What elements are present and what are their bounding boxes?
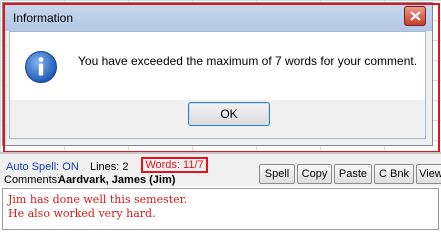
comment-line: Jim has done well this semester. [8,193,188,206]
comment-bank-button[interactable]: C Bnk [374,164,414,184]
dialog-body: You have exceeded the maximum of 7 words… [9,31,426,139]
close-button[interactable] [404,6,426,26]
auto-spell-toggle[interactable]: Auto Spell: ON [6,161,79,173]
view-button[interactable]: View [416,164,441,184]
ok-button[interactable]: OK [188,102,270,126]
comment-textarea[interactable]: Jim has done well this semester. He also… [2,188,439,230]
comment-toolbar: Auto Spell: ON Lines: 2 Words: 11/7 Comm… [0,154,441,186]
info-icon [25,51,57,83]
comment-line: He also worked very hard. [8,207,156,220]
words-count: Words: 11/7 [141,157,208,173]
dialog-titlebar[interactable]: Information [3,3,432,31]
student-name: Aardvark, James (Jim) [58,174,176,186]
dialog-message: You have exceeded the maximum of 7 words… [78,54,418,68]
information-dialog: Information You have exceeded the maximu… [2,2,440,153]
dialog-title: Information [13,11,74,25]
close-icon [410,11,421,21]
copy-button[interactable]: Copy [297,164,332,184]
lines-count: Lines: 2 [90,161,129,173]
comments-label: Comments: [4,174,61,186]
spell-button[interactable]: Spell [259,164,295,184]
paste-button[interactable]: Paste [334,164,372,184]
